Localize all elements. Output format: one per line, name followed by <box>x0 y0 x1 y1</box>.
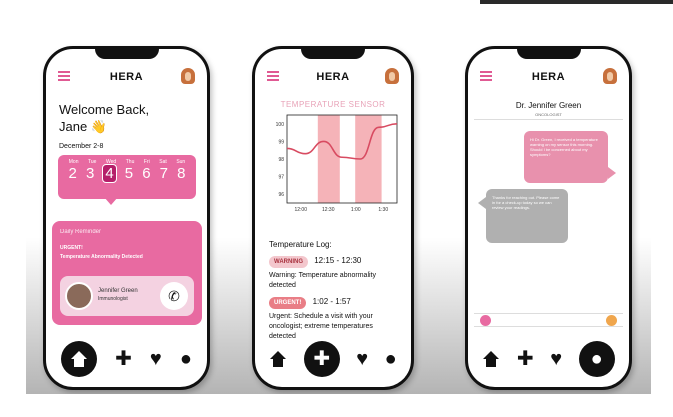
warning-text: Warning: Temperature abnormality detecte… <box>269 272 376 289</box>
sensor-title: TEMPERATURE SENSOR <box>280 100 386 109</box>
app-header: HERA <box>255 67 411 87</box>
plus-icon[interactable]: ✚ <box>517 349 534 369</box>
y-tick-label: 99 <box>278 139 284 145</box>
profile-avatar[interactable] <box>181 68 195 84</box>
warning-time: 12:15 - 12:30 <box>314 256 362 265</box>
menu-icon[interactable] <box>267 71 279 81</box>
top-dark-strip <box>480 0 673 4</box>
urgent-badge: URGENT! <box>269 297 307 309</box>
doctor-role: Immunologist <box>98 296 128 302</box>
y-tick-label: 96 <box>278 192 284 198</box>
app-title: HERA <box>109 71 144 83</box>
x-tick-label: 12:00 <box>294 207 307 213</box>
y-tick-label: 100 <box>276 122 285 128</box>
bottom-nav: ✚ ♥ ● <box>261 339 405 379</box>
profile-avatar[interactable] <box>385 68 399 84</box>
phone-home: HERA Welcome Back, Jane 👋 December 2-8 M… <box>43 46 210 390</box>
brain-icon[interactable]: ● <box>180 349 192 369</box>
bottom-nav: ✚ ♥ ● <box>474 339 623 379</box>
calendar-pointer <box>104 197 118 205</box>
phone-notch <box>94 49 159 59</box>
day-5[interactable]: 5 <box>125 165 133 182</box>
incoming-tail <box>478 197 486 209</box>
temperature-log: Temperature Log: WARNING 12:15 - 12:30 W… <box>269 240 399 342</box>
app-header: HERA <box>468 67 629 87</box>
heart-icon[interactable]: ♥ <box>150 349 162 369</box>
day-4-selected[interactable]: 4 <box>102 164 117 183</box>
phone-chat: HERA Dr. Jennifer Green ONCOLOGIST Hi Dr… <box>465 46 632 390</box>
outgoing-message: Hi Dr. Green, I received a temperature w… <box>524 131 608 183</box>
urgent-time: 1:02 - 1:57 <box>312 297 351 306</box>
phone-notch <box>301 49 365 59</box>
chat-doctor-sub: ONCOLOGIST <box>535 112 562 117</box>
message-input-bar[interactable] <box>474 313 623 327</box>
send-icon[interactable] <box>606 315 617 326</box>
brain-icon[interactable]: ● <box>578 341 615 377</box>
menu-icon[interactable] <box>480 71 492 81</box>
doctor-photo <box>65 282 93 310</box>
menu-icon[interactable] <box>58 71 70 81</box>
week-calendar: Mon Tue Wed Thu Fri Sat Sun 2 3 4 5 6 7 … <box>58 155 196 199</box>
plus-icon[interactable]: ✚ <box>303 341 340 377</box>
doctor-name: Jennifer Green <box>98 288 138 294</box>
attach-icon[interactable] <box>480 315 491 326</box>
chat-doctor-name: Dr. Jennifer Green <box>515 101 582 110</box>
profile-avatar[interactable] <box>603 68 617 84</box>
temperature-chart: 96 97 98 99 100 12:00 12:30 1:00 1:30 <box>276 114 398 213</box>
welcome-user: Jane 👋 <box>59 119 107 134</box>
x-tick-label: 12:30 <box>322 207 335 213</box>
reminder-message: Temperature Abnormality Detected <box>60 254 143 260</box>
log-row-warning: WARNING 12:15 - 12:30 <box>269 256 399 268</box>
day-6[interactable]: 6 <box>142 165 150 182</box>
app-header: HERA <box>46 67 207 87</box>
home-icon[interactable] <box>61 341 98 377</box>
x-tick-label: 1:00 <box>351 207 361 213</box>
welcome-text: Welcome Back, Jane 👋 <box>59 101 149 135</box>
y-tick-label: 98 <box>278 157 284 163</box>
app-title: HERA <box>316 71 350 83</box>
day-7[interactable]: 7 <box>160 165 168 182</box>
doctor-card[interactable]: Jennifer Green Immunologist ✆ <box>60 276 194 316</box>
app-title: HERA <box>531 71 566 83</box>
highlight-band-0 <box>317 115 340 203</box>
home-icon[interactable] <box>269 351 287 367</box>
heart-icon[interactable]: ♥ <box>550 349 562 369</box>
log-row-urgent: URGENT! 1:02 - 1:57 <box>269 297 399 309</box>
brain-icon[interactable]: ● <box>385 349 397 369</box>
urgent-text: Urgent: Schedule a visit with your oncol… <box>269 313 373 340</box>
outgoing-tail <box>608 167 616 179</box>
day-row: 2 3 4 5 6 7 8 <box>58 164 196 183</box>
heart-icon[interactable]: ♥ <box>356 349 368 369</box>
reminder-card[interactable]: Daily Reminder URGENT! Temperature Abnor… <box>52 221 202 325</box>
week-range: December 2-8 <box>59 143 104 150</box>
day-2[interactable]: 2 <box>69 165 77 182</box>
mockup-stage: HERA Welcome Back, Jane 👋 December 2-8 M… <box>26 22 651 394</box>
weekday-row: Mon Tue Wed Thu Fri Sat Sun <box>58 155 196 165</box>
warning-badge: WARNING <box>269 256 308 268</box>
plus-icon[interactable]: ✚ <box>115 349 132 369</box>
welcome-line: Welcome Back, <box>59 102 150 117</box>
log-title: Temperature Log: <box>269 240 332 249</box>
reminder-title: Daily Reminder <box>60 229 102 235</box>
chat-divider <box>474 119 623 120</box>
phone-notch <box>516 49 581 59</box>
day-3[interactable]: 3 <box>86 165 94 182</box>
phone-call-icon[interactable]: ✆ <box>160 282 188 310</box>
day-8[interactable]: 8 <box>177 165 185 182</box>
home-icon[interactable] <box>482 351 500 367</box>
phone-sensor: HERA TEMPERATURE SENSOR 96 97 98 99 100 12:00… <box>252 46 414 390</box>
bottom-nav: ✚ ♥ ● <box>52 339 201 379</box>
x-tick-label: 1:30 <box>378 207 388 213</box>
reminder-urgent: URGENT! <box>60 245 83 251</box>
y-tick-label: 97 <box>278 175 284 181</box>
incoming-message: Thanks for reaching out. Please come in … <box>486 189 568 243</box>
